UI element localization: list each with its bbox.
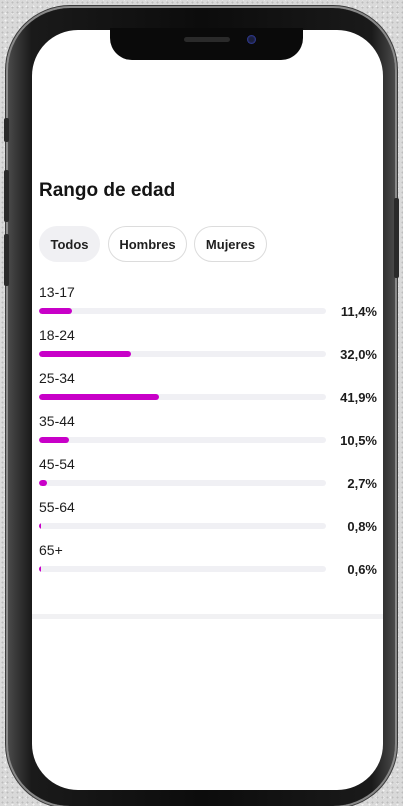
percent-value: 0,6% xyxy=(347,562,377,577)
volume-up-button xyxy=(4,170,9,222)
age-row: 45-54 2,7% xyxy=(39,456,377,499)
age-range-label: 65+ xyxy=(39,542,63,558)
notch xyxy=(110,28,303,60)
progress-fill xyxy=(39,437,70,443)
progress-fill xyxy=(39,394,160,400)
progress-fill xyxy=(39,351,131,357)
percent-value: 10,5% xyxy=(340,433,377,448)
progress-track xyxy=(39,394,326,400)
percent-value: 41,9% xyxy=(340,390,377,405)
progress-track xyxy=(39,308,326,314)
age-range-label: 55-64 xyxy=(39,499,75,515)
tab-todos[interactable]: Todos xyxy=(39,226,100,262)
age-range-label: 25-34 xyxy=(39,370,75,386)
progress-track xyxy=(39,351,326,357)
age-row: 35-44 10,5% xyxy=(39,413,377,456)
mute-switch xyxy=(4,118,9,142)
progress-track xyxy=(39,566,326,572)
age-range-label: 45-54 xyxy=(39,456,75,472)
progress-fill xyxy=(39,480,47,486)
power-button xyxy=(394,198,399,278)
tab-mujeres[interactable]: Mujeres xyxy=(194,226,267,262)
progress-fill xyxy=(39,523,42,529)
progress-track xyxy=(39,437,326,443)
progress-fill xyxy=(39,308,72,314)
age-range-label: 35-44 xyxy=(39,413,75,429)
percent-value: 0,8% xyxy=(347,519,377,534)
progress-fill xyxy=(39,566,42,572)
section-title: Rango de edad xyxy=(39,180,176,201)
front-camera-icon xyxy=(247,35,256,44)
age-row: 18-24 32,0% xyxy=(39,327,377,370)
tab-label: Hombres xyxy=(119,236,176,252)
volume-down-button xyxy=(4,234,9,286)
age-range-label: 13-17 xyxy=(39,284,75,300)
app-screen: Rango de edad Todos Hombres Mujeres 13-1… xyxy=(32,30,383,790)
age-row: 55-64 0,8% xyxy=(39,499,377,542)
progress-track xyxy=(39,480,326,486)
tab-label: Mujeres xyxy=(205,236,256,252)
age-row: 13-17 11,4% xyxy=(39,284,377,327)
percent-value: 2,7% xyxy=(347,476,377,491)
tab-label: Todos xyxy=(50,236,89,252)
percent-value: 32,0% xyxy=(340,347,377,362)
section-divider xyxy=(32,614,383,619)
age-row: 25-34 41,9% xyxy=(39,370,377,413)
percent-value: 11,4% xyxy=(340,304,377,319)
age-range-label: 18-24 xyxy=(39,327,75,343)
age-row: 65+ 0,6% xyxy=(39,542,377,585)
progress-track xyxy=(39,523,326,529)
tab-hombres[interactable]: Hombres xyxy=(108,226,187,262)
speaker-grille xyxy=(184,37,230,42)
